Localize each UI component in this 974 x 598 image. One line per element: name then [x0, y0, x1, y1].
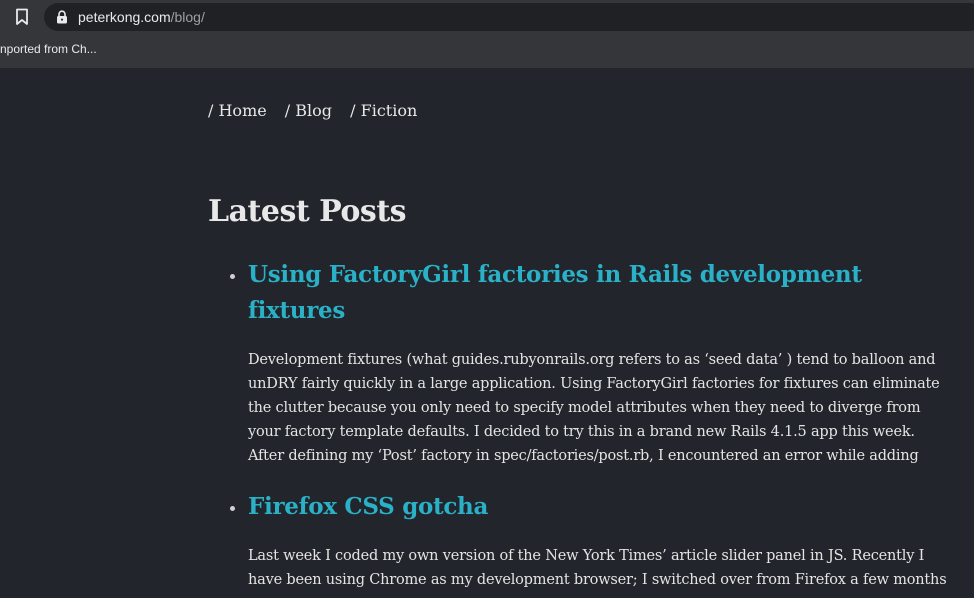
url-text[interactable]: peterkong.com/blog/: [78, 8, 205, 26]
list-bullet: [230, 274, 235, 279]
post-excerpt: Development fixtures (what guides.rubyon…: [248, 352, 940, 464]
web-page: / Home / Blog / Fiction Latest Posts Usi…: [0, 68, 974, 598]
post-title: Using FactoryGirl factories in Rails dev…: [248, 257, 948, 329]
url-host: peterkong.com: [78, 9, 171, 25]
post-title-link[interactable]: Firefox CSS gotcha: [248, 493, 488, 520]
url-path: /blog/: [170, 9, 205, 25]
nav-link-fiction[interactable]: / Fiction: [350, 101, 417, 120]
lock-icon[interactable]: [56, 10, 68, 24]
browser-chrome: peterkong.com/blog/ nported from Ch...: [0, 0, 974, 68]
post-title-link[interactable]: Using FactoryGirl factories in Rails dev…: [248, 261, 862, 324]
page-title: Latest Posts: [208, 194, 407, 229]
list-bullet: [230, 506, 235, 511]
bookmark-icon[interactable]: [14, 8, 30, 26]
post-excerpt: Last week I coded my own version of the …: [248, 548, 947, 588]
bookmarks-bar: nported from Ch...: [0, 34, 974, 68]
address-bar[interactable]: peterkong.com/blog/: [44, 3, 974, 31]
nav-link-home[interactable]: / Home: [208, 101, 267, 120]
site-nav: / Home / Blog / Fiction: [208, 100, 430, 122]
post-title: Firefox CSS gotcha: [248, 489, 948, 525]
nav-link-blog[interactable]: / Blog: [285, 101, 332, 120]
bookmark-folder-imported[interactable]: nported from Ch...: [0, 41, 97, 57]
address-row: peterkong.com/blog/: [0, 0, 974, 34]
